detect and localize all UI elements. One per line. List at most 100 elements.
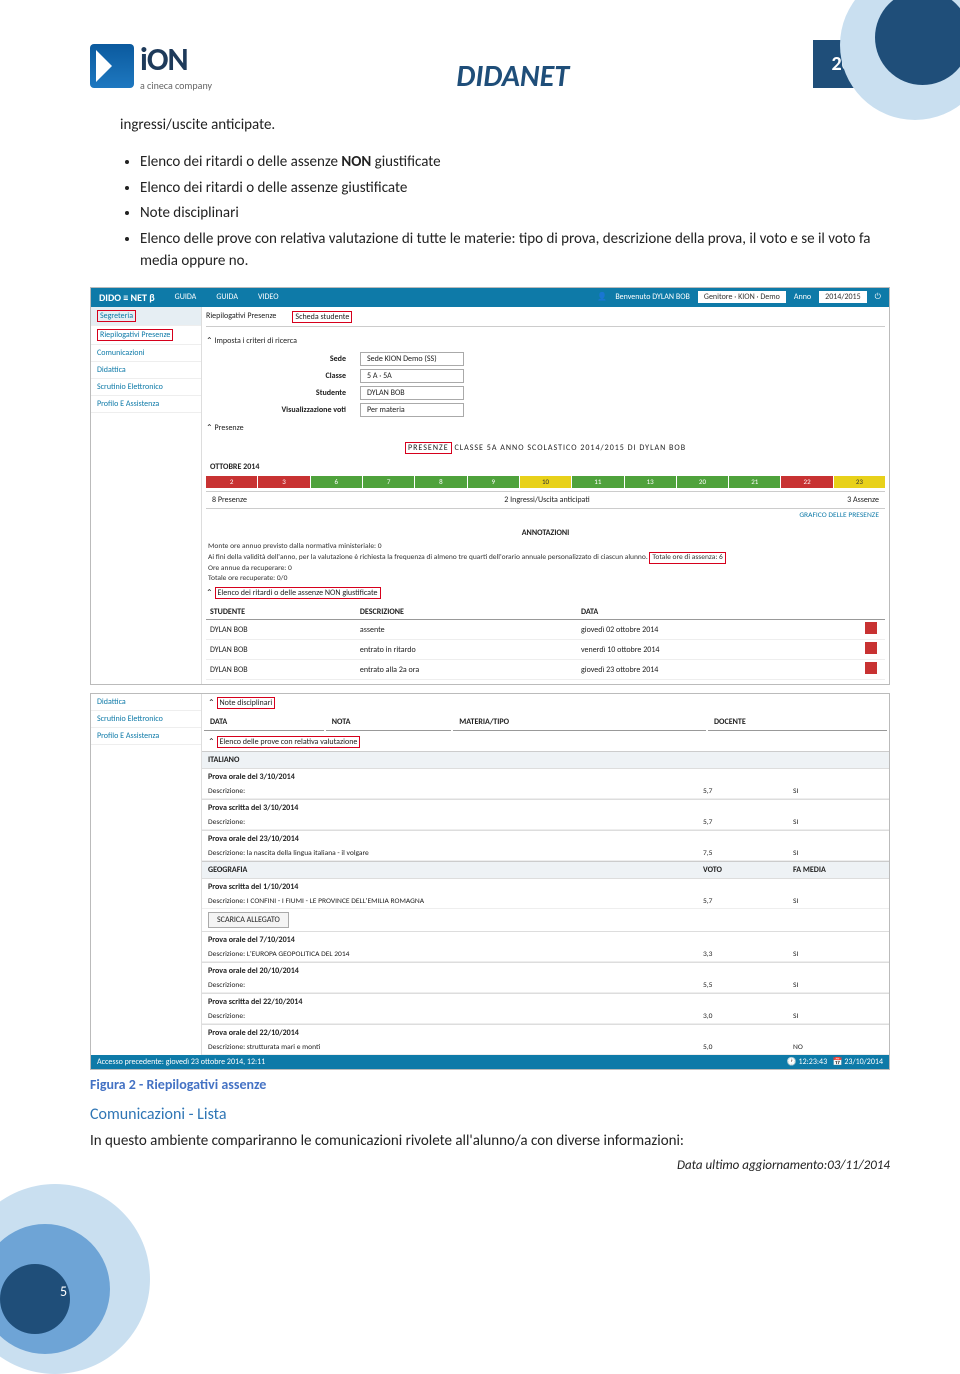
- menu-help[interactable]: GUIDA: [175, 292, 197, 302]
- action-icon: [865, 642, 877, 654]
- table-row: DYLAN BOBentrato in ritardovenerdì 10 ot…: [206, 640, 885, 660]
- sidebar-item-didattica[interactable]: Didattica: [91, 362, 201, 379]
- note-col-materia: MATERIA/TIPO: [453, 714, 706, 731]
- table-row: DYLAN BOBentrato alla 2a oragiovedì 23 o…: [206, 660, 885, 680]
- sidebar-item-comunicazioni[interactable]: Comunicazioni: [91, 345, 201, 362]
- prova-heading: Prova orale del 23/10/2014: [202, 830, 889, 847]
- calendar-day[interactable]: 9: [468, 476, 519, 488]
- summary-presenze: 8 Presenze: [212, 495, 247, 505]
- table-row: DYLAN BOBassentegiovedì 02 ottobre 2014: [206, 620, 885, 640]
- calendar-day[interactable]: 7: [363, 476, 414, 488]
- sidebar-item-scrutinio[interactable]: Scrutinio Elettronico: [91, 379, 201, 396]
- clock-time: 12:23:43: [799, 1057, 828, 1067]
- vis-label: Visualizzazione voti: [246, 405, 346, 415]
- last-access: Accesso precedente: giovedì 23 ottobre 2…: [97, 1057, 265, 1067]
- elenco-title[interactable]: Elenco dei ritardi o delle assenze NON g…: [206, 584, 885, 602]
- menu-guida[interactable]: GUIDA: [216, 292, 238, 302]
- calendar-day[interactable]: 6: [311, 476, 362, 488]
- calendar-day[interactable]: 2: [206, 476, 257, 488]
- bullet-item: Note disciplinari: [140, 203, 890, 225]
- calendar-day[interactable]: 8: [415, 476, 466, 488]
- calendar-day[interactable]: 11: [572, 476, 623, 488]
- action-icon: [865, 662, 877, 674]
- calendar-row: 23678910111320212223: [206, 476, 885, 488]
- prova-row: Descrizione: strutturata mari e monti5,0…: [202, 1041, 889, 1055]
- welcome-text: Benvenuto DYLAN BOB: [615, 292, 690, 302]
- calendar-day[interactable]: 22: [781, 476, 832, 488]
- vis-select[interactable]: Per materia: [360, 403, 464, 417]
- profile-select[interactable]: Genitore · KION · Demo: [698, 291, 786, 303]
- prova-heading: Prova orale del 20/10/2014: [202, 962, 889, 979]
- studente-select[interactable]: DYLAN BOB: [360, 386, 464, 400]
- calendar-day[interactable]: 13: [625, 476, 676, 488]
- note-title[interactable]: Note disciplinari: [202, 694, 889, 712]
- prova-heading: Prova orale del 7/10/2014: [202, 931, 889, 948]
- note-col-data: DATA: [204, 714, 324, 731]
- page: iON a cineca company DIDANET 2014 ingres…: [0, 0, 960, 1334]
- calendar-day[interactable]: 3: [258, 476, 309, 488]
- sidebar-item-riepilogativi[interactable]: Riepilogativi Presenze: [91, 326, 201, 345]
- sidebar-item-profilo[interactable]: Profilo E Assistenza: [91, 396, 201, 413]
- prova-heading: Prova scritta del 22/10/2014: [202, 993, 889, 1010]
- clock-icon: 🕐: [787, 1057, 797, 1067]
- elenco-table: STUDENTE DESCRIZIONE DATA DYLAN BOBassen…: [206, 605, 885, 680]
- sidebar2-profilo[interactable]: Profilo E Assistenza: [91, 728, 201, 745]
- month-label: OTTOBRE 2014: [206, 460, 885, 474]
- bullet-item: Elenco dei ritardi o delle assenze giust…: [140, 178, 890, 200]
- main-panel: Riepilogativi Presenze Scheda studente I…: [202, 307, 889, 685]
- sede-label: Sede: [246, 354, 346, 364]
- bullet-list: Elenco dei ritardi o delle assenze NON g…: [90, 152, 890, 273]
- criteri-title[interactable]: Imposta i criteri di ricerca: [206, 333, 885, 349]
- summary-assenze: 3 Assenze: [847, 495, 879, 505]
- bullet-item: Elenco dei ritardi o delle assenze NON g…: [140, 152, 890, 174]
- classe-label: Classe: [246, 371, 346, 381]
- note-table: DATA NOTA MATERIA/TIPO DOCENTE: [202, 712, 889, 733]
- decorative-circles-top: [830, 0, 960, 130]
- sidebar2-scrutinio[interactable]: Scrutinio Elettronico: [91, 711, 201, 728]
- classe-select[interactable]: 5 A · 5A: [360, 369, 464, 383]
- bullet-item: Elenco delle prove con relativa valutazi…: [140, 229, 890, 273]
- prova-row: Descrizione:5,7SI: [202, 816, 889, 830]
- menu-video[interactable]: VIDEO: [258, 292, 279, 302]
- subject-italiano: ITALIANO: [202, 751, 889, 768]
- tab-riepilogativi[interactable]: Riepilogativi Presenze: [206, 311, 276, 323]
- prova-row: Descrizione:5,5SI: [202, 979, 889, 993]
- col-descrizione: DESCRIZIONE: [356, 605, 577, 620]
- tab-scheda[interactable]: Scheda studente: [292, 311, 352, 323]
- prova-heading: Prova scritta del 1/10/2014: [202, 878, 889, 895]
- presenze-summary: 8 Presenze 2 Ingressi/Uscita anticipati …: [206, 491, 885, 509]
- grafico-link[interactable]: GRAFICO DELLE PRESENZE: [206, 509, 885, 522]
- presenze-section[interactable]: Presenze: [206, 420, 885, 436]
- clock-date: 23/10/2014: [844, 1057, 883, 1067]
- summary-ingressi: 2 Ingressi/Uscita anticipati: [504, 495, 589, 505]
- col-studente: STUDENTE: [206, 605, 356, 620]
- note-col-nota: NOTA: [326, 714, 452, 731]
- power-icon[interactable]: ⏻: [875, 292, 881, 302]
- page-number: 5: [60, 1283, 67, 1300]
- sede-select[interactable]: Sede KION Demo (SS): [360, 352, 464, 366]
- lead-line: ingressi/uscite anticipate.: [120, 115, 890, 137]
- col-voto: VOTO: [703, 865, 793, 875]
- calendar-day[interactable]: 20: [677, 476, 728, 488]
- calendar-day[interactable]: 21: [729, 476, 780, 488]
- sidebar2-didattica[interactable]: Didattica: [91, 694, 201, 711]
- col-media: FA MEDIA: [793, 865, 883, 875]
- tabs: Riepilogativi Presenze Scheda studente: [206, 311, 885, 327]
- col-data: DATA: [577, 605, 861, 620]
- topbar: DIDO ≡ NET β GUIDA GUIDA VIDEO 👤 Benvenu…: [91, 288, 889, 307]
- sidebar-item-segreteria[interactable]: Segreteria: [91, 307, 201, 326]
- section-heading: Comunicazioni - Lista: [90, 1105, 890, 1124]
- annot-text: Monte ore annuo previsto dalla normativa…: [206, 542, 885, 585]
- prova-row: Descrizione:3,0SI: [202, 1010, 889, 1024]
- screenshot-app-1: DIDO ≡ NET β GUIDA GUIDA VIDEO 👤 Benvenu…: [90, 287, 890, 686]
- prova-heading: Prova orale del 3/10/2014: [202, 768, 889, 785]
- prove-title[interactable]: Elenco delle prove con relativa valutazi…: [202, 733, 889, 751]
- calendar-day[interactable]: 23: [834, 476, 885, 488]
- scarica-allegato-button[interactable]: SCARICA ALLEGATO: [208, 912, 289, 928]
- anno-select[interactable]: 2014/2015: [819, 291, 867, 303]
- logo-mark-icon: [90, 44, 134, 88]
- annot-title: ANNOTAZIONI: [206, 528, 885, 538]
- anno-label: Anno: [794, 292, 811, 302]
- calendar-day[interactable]: 10: [520, 476, 571, 488]
- prova-row: Descrizione: I CONFINI - I FIUMI - LE PR…: [202, 895, 889, 909]
